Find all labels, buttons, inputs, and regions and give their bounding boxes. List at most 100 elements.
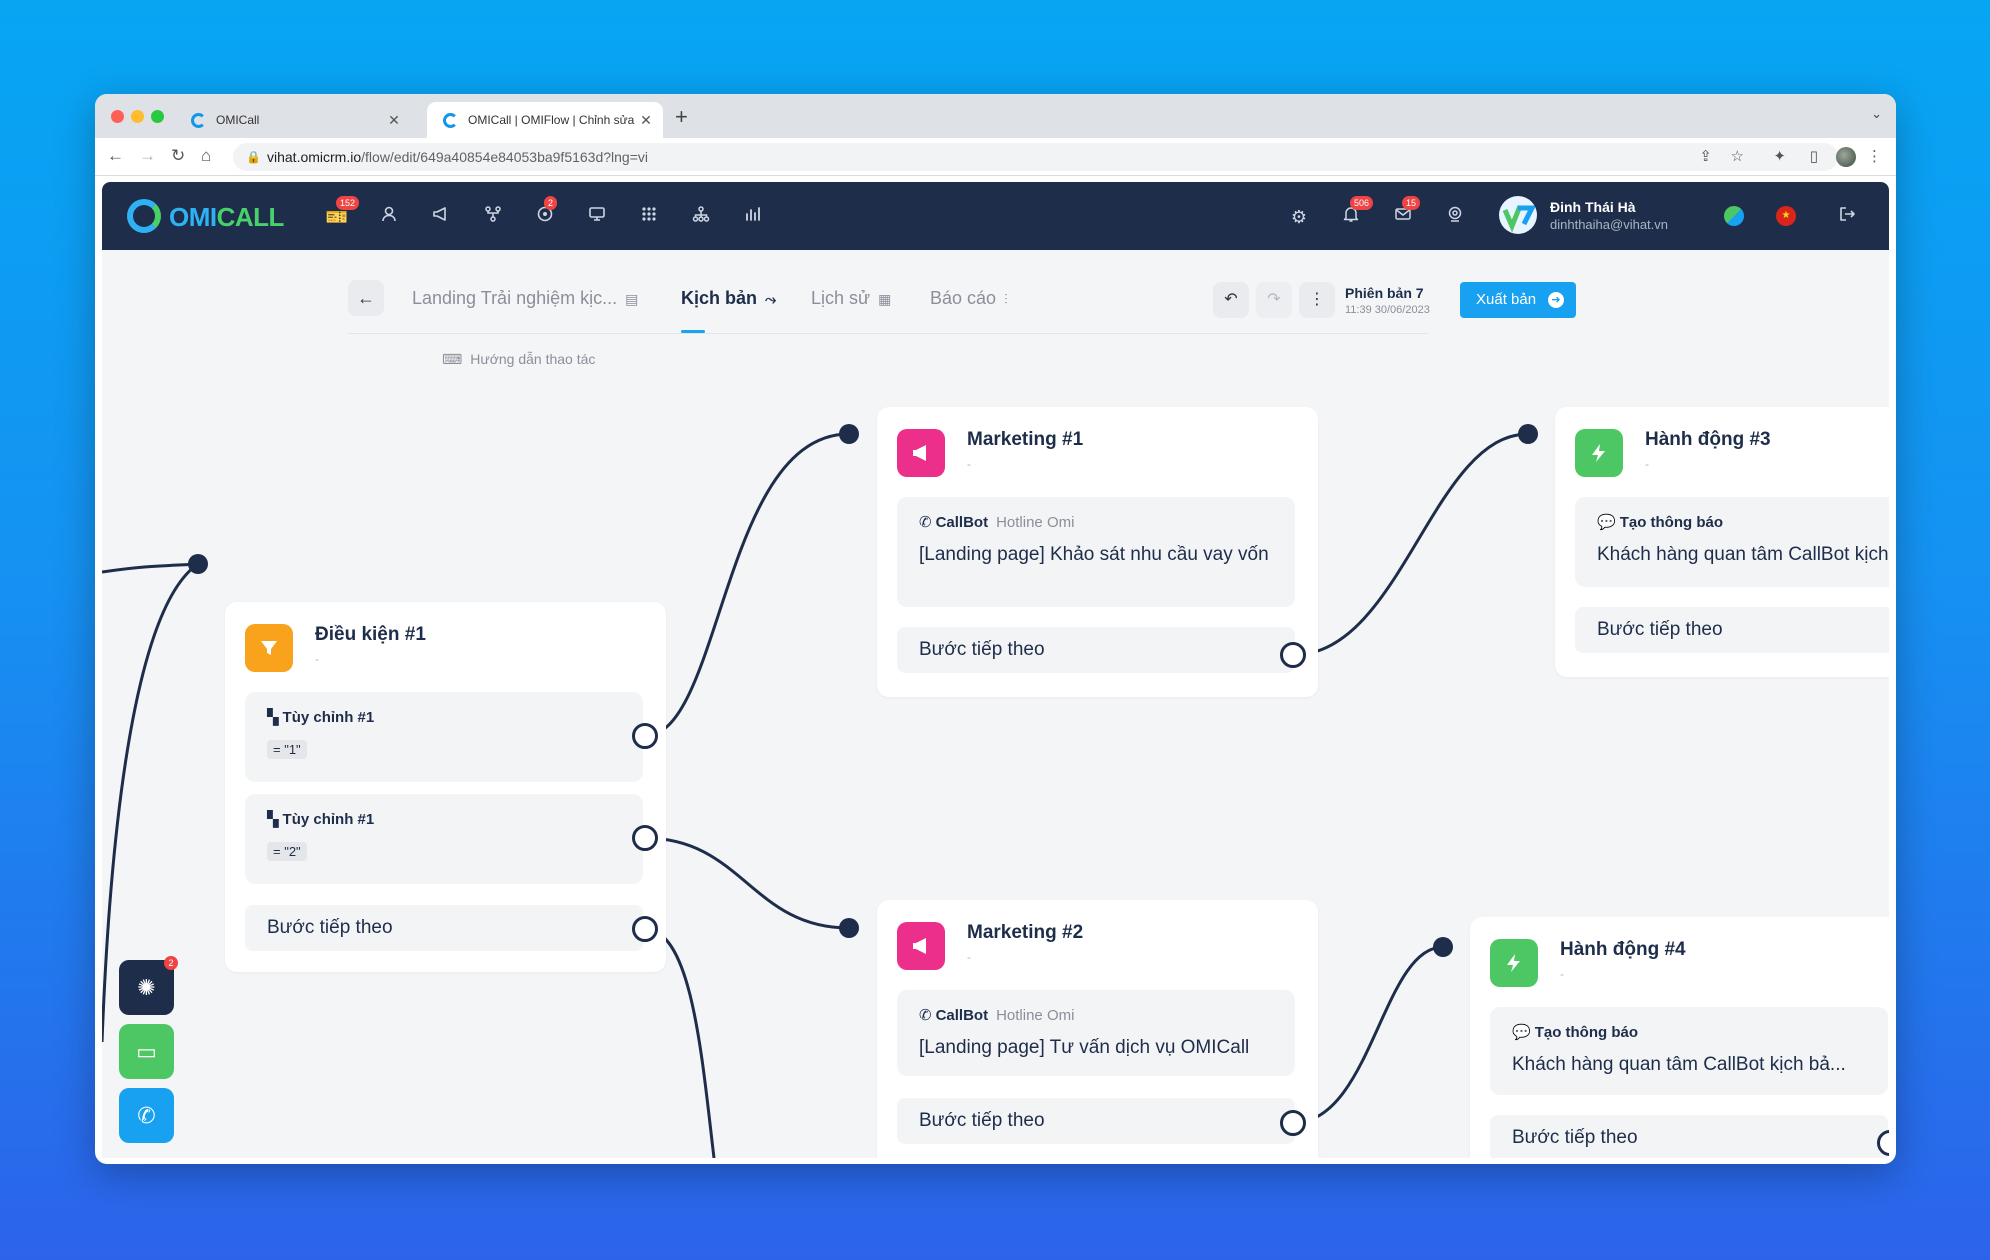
next-step[interactable]: Bước tiếp theo <box>1575 607 1889 653</box>
phone-icon: ✆ <box>137 1103 156 1128</box>
support-badge: 2 <box>164 956 178 970</box>
notification-card[interactable]: 💬 Tạo thông báo Khách hàng quan tâm CallB… <box>1490 1007 1888 1095</box>
input-handle[interactable] <box>1518 424 1538 444</box>
next-step[interactable]: Bước tiếp theo <box>1490 1115 1888 1158</box>
action-node-4[interactable]: Hành động #4 - 💬 Tạo thông báo Khách hàng… <box>1470 917 1889 1158</box>
notification-card[interactable]: 💬 Tạo thông báo Khách hàng quan tâm CallB… <box>1575 497 1889 587</box>
node-title: Điều kiện #1 <box>315 624 426 645</box>
tab-title: OMICall <box>216 113 260 127</box>
notification-icon: 💬 <box>1512 1024 1531 1041</box>
rule-label: ▚ Tùy chỉnh #1 <box>267 708 374 726</box>
input-handle[interactable] <box>839 424 859 444</box>
node-title: Hành động #3 <box>1645 429 1771 450</box>
url-host: vihat.omicrm.io <box>267 149 362 165</box>
call-button[interactable]: ✆ <box>119 1088 174 1143</box>
edge-incoming <box>102 562 199 574</box>
output-handle[interactable] <box>632 825 658 851</box>
home-icon[interactable]: ⌂ <box>201 146 211 166</box>
back-icon[interactable]: ← <box>107 146 124 166</box>
share-icon[interactable]: ⇪ <box>1699 147 1712 165</box>
channel-label: CallBot <box>935 514 989 531</box>
output-handle[interactable] <box>632 723 658 749</box>
input-handle[interactable] <box>1433 937 1453 957</box>
marketing-node-2[interactable]: Marketing #2 - ✆ CallBot Hotline Omi [Land… <box>877 900 1318 1158</box>
side-panel-icon[interactable]: ▯ <box>1810 147 1818 165</box>
rule-label: ▚ Tùy chỉnh #1 <box>267 810 374 828</box>
next-step[interactable]: Bước tiếp theo <box>897 627 1295 673</box>
callbot-header: ✆ CallBot Hotline Omi <box>919 1006 1074 1024</box>
megaphone-icon <box>897 429 945 477</box>
edge-marketing1-action3 <box>1292 432 1529 657</box>
browser-toolbar: ← → ↻ ⌂ 🔒 vihat.omicrm.io/flow/edit/649a… <box>95 138 1896 176</box>
rule-label-text: Tùy chỉnh #1 <box>282 811 375 828</box>
node-title: Marketing #1 <box>967 429 1084 450</box>
tab-close-icon[interactable]: ✕ <box>635 112 657 129</box>
tab-title: OMICall | OMIFlow | Chỉnh sửa <box>468 113 635 127</box>
custom-field-icon: ▚ <box>267 811 279 828</box>
support-icon: ✺ <box>137 975 156 1000</box>
notification-message: Khách hàng quan tâm CallBot kịch bả... <box>1512 1054 1846 1075</box>
campaign-name: [Landing page] Tư vấn dịch vụ OMICall <box>919 1037 1250 1058</box>
condition-node-1[interactable]: Điều kiện #1 - ▚ Tùy chỉnh #1 = "1" ▚ Tùy … <box>225 602 666 972</box>
rule-value: = "1" <box>267 740 307 759</box>
support-button[interactable]: ✺ 2 <box>119 956 178 1015</box>
action-node-3[interactable]: Hành động #3 - 💬 Tạo thông báo Khách hàng… <box>1555 407 1889 677</box>
browser-profile-avatar[interactable] <box>1836 147 1856 167</box>
tab-search-chevron-icon[interactable]: ⌄ <box>1871 106 1882 122</box>
address-bar[interactable]: 🔒 vihat.omicrm.io/flow/edit/649a40854e84… <box>233 143 1838 171</box>
minimize-window-button[interactable] <box>131 110 144 123</box>
omicall-favicon-icon <box>443 112 458 128</box>
notification-icon: 💬 <box>1597 514 1616 531</box>
browser-tab-omicall[interactable]: OMICall ✕ <box>175 102 411 138</box>
lightning-icon <box>1575 429 1623 477</box>
output-handle[interactable] <box>1280 642 1306 668</box>
action-type-text: Tạo thông báo <box>1534 1024 1639 1041</box>
node-subtitle: - <box>967 950 971 964</box>
extensions-icon[interactable]: ✦ <box>1773 147 1786 165</box>
notification-message: Khách hàng quan tâm CallBot kịch <box>1597 544 1889 565</box>
callbot-icon: ✆ <box>919 1007 932 1024</box>
input-handle[interactable] <box>839 918 859 938</box>
close-window-button[interactable] <box>111 110 124 123</box>
omicall-favicon-icon <box>191 112 206 128</box>
browser-tab-omiflow[interactable]: OMICall | OMIFlow | Chỉnh sửa ✕ <box>427 102 663 138</box>
next-step[interactable]: Bước tiếp theo <box>245 905 643 951</box>
browser-tab-strip: OMICall ✕ OMICall | OMIFlow | Chỉnh sửa … <box>95 94 1896 138</box>
output-handle[interactable] <box>1280 1110 1306 1136</box>
input-handle[interactable] <box>188 554 208 574</box>
add-ticket-button[interactable]: ▭ <box>119 1024 174 1079</box>
rule-label-text: Tùy chỉnh #1 <box>282 709 375 726</box>
action-type-label: 💬 Tạo thông báo <box>1512 1023 1638 1041</box>
rule-value: = "2" <box>267 842 307 861</box>
callbot-card[interactable]: ✆ CallBot Hotline Omi [Landing page] Khảo … <box>897 497 1295 607</box>
edge-condition1-marketing1 <box>644 432 850 738</box>
browser-menu-icon[interactable]: ⋮ <box>1867 147 1882 165</box>
zoom-window-button[interactable] <box>151 110 164 123</box>
action-type-label: 💬 Tạo thông báo <box>1597 513 1723 531</box>
omicall-app: OMICALL 🎫 152 2 ⚙ 506 15 Đinh Thái Hà di… <box>102 182 1889 1158</box>
megaphone-icon <box>897 922 945 970</box>
edge-condition2-marketing2 <box>644 836 850 930</box>
new-tab-icon[interactable]: + <box>675 104 688 130</box>
callbot-card[interactable]: ✆ CallBot Hotline Omi [Landing page] Tư vấ… <box>897 990 1295 1076</box>
condition-rule[interactable]: ▚ Tùy chỉnh #1 = "2" <box>245 794 643 884</box>
callbot-icon: ✆ <box>919 514 932 531</box>
next-step[interactable]: Bước tiếp theo <box>897 1098 1295 1144</box>
flow-canvas[interactable]: Điều kiện #1 - ▚ Tùy chỉnh #1 = "1" ▚ Tùy … <box>102 182 1889 1158</box>
tab-close-icon[interactable]: ✕ <box>383 112 405 129</box>
output-handle[interactable] <box>632 916 658 942</box>
bookmark-star-icon[interactable]: ☆ <box>1731 147 1744 165</box>
custom-field-icon: ▚ <box>267 709 279 726</box>
node-subtitle: - <box>967 457 971 471</box>
condition-rule[interactable]: ▚ Tùy chỉnh #1 = "1" <box>245 692 643 782</box>
channel-label: CallBot <box>935 1007 989 1024</box>
action-type-text: Tạo thông báo <box>1619 514 1724 531</box>
reload-icon[interactable]: ↻ <box>171 146 185 166</box>
node-subtitle: - <box>315 652 319 666</box>
node-title: Hành động #4 <box>1560 939 1686 960</box>
filter-icon <box>245 624 293 672</box>
url-path: /flow/edit/649a40854e84053ba9f5163d?lng=… <box>361 149 649 165</box>
forward-icon[interactable]: → <box>139 146 156 166</box>
marketing-node-1[interactable]: Marketing #1 - ✆ CallBot Hotline Omi [Land… <box>877 407 1318 697</box>
lightning-icon <box>1490 939 1538 987</box>
